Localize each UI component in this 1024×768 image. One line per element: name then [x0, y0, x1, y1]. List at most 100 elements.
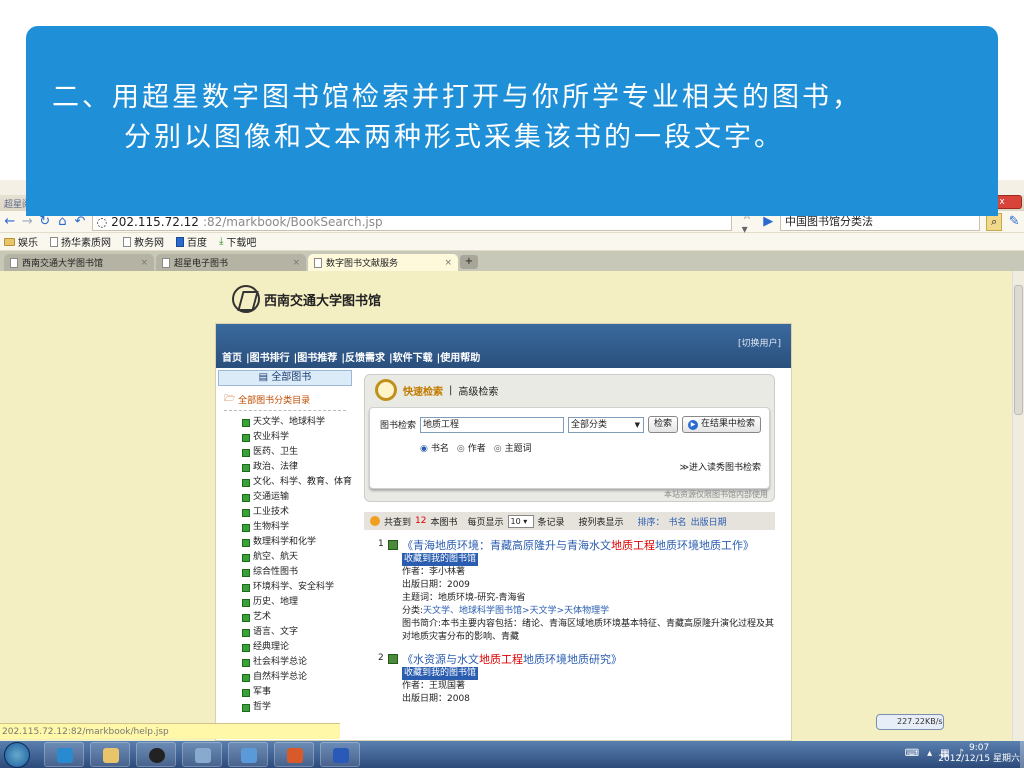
collect-link[interactable]: 收藏到我的图书馆	[402, 667, 479, 680]
taskbar-explorer[interactable]	[90, 742, 130, 767]
tab-advanced-search[interactable]: 高级检索	[458, 383, 498, 398]
category-item[interactable]: 数理科学和化学	[242, 535, 352, 550]
category-item[interactable]: 军事	[242, 685, 352, 700]
folder-icon	[103, 748, 119, 763]
start-button[interactable]	[4, 742, 30, 768]
category-item[interactable]: 交通运输	[242, 490, 352, 505]
close-tab-icon[interactable]: ×	[444, 258, 452, 268]
refresh-icon[interactable]: ↻	[39, 214, 51, 229]
sort-by-title[interactable]: 书名	[669, 515, 687, 528]
scrollbar-thumb[interactable]	[1014, 285, 1023, 415]
tab-quick-search[interactable]: 快速检索	[403, 383, 443, 398]
bookmark-item[interactable]: 扬华素质网	[50, 234, 111, 249]
switch-user-link[interactable]: [切换用户]	[738, 336, 781, 349]
category-item[interactable]: 历史、地理	[242, 595, 352, 610]
taskbar-powerpoint[interactable]	[274, 742, 314, 767]
sidebar-title[interactable]: ▤ 全部图书	[218, 370, 352, 386]
menu-home[interactable]: 首页	[222, 349, 242, 364]
category-item[interactable]: 医药、卫生	[242, 445, 352, 460]
list-view-link[interactable]: 按列表显示	[579, 515, 624, 528]
taskbar-word[interactable]	[320, 742, 360, 767]
category-item[interactable]: 环境科学、安全科学	[242, 580, 352, 595]
category-item[interactable]: 社会科学总论	[242, 655, 352, 670]
sort-by-date[interactable]: 出版日期	[691, 515, 727, 528]
undo-close-icon[interactable]: ↶	[74, 214, 86, 229]
bookmarks-bar: 娱乐 扬华素质网 教务网 百度 ⤓ 下载吧	[0, 233, 1024, 251]
taskbar-clock[interactable]: 9:07 2012/12/15 星期六	[938, 743, 1020, 765]
show-desktop-button[interactable]	[1020, 741, 1024, 768]
menu-download[interactable]: |软件下载	[389, 349, 433, 364]
ime-icon[interactable]: ⌨	[905, 748, 919, 759]
collect-link[interactable]: 收藏到我的图书馆	[402, 553, 479, 566]
close-tab-icon[interactable]: ×	[292, 258, 300, 268]
taskbar-browser[interactable]	[44, 742, 84, 767]
clock-date: 2012/12/15 星期六	[938, 754, 1020, 764]
tab-library[interactable]: 西南交通大学图书馆 ×	[4, 254, 154, 271]
powerpoint-icon	[287, 748, 303, 763]
info-icon	[370, 516, 380, 526]
tools-icon[interactable]: ✎	[1008, 214, 1020, 229]
category-item[interactable]: 农业科学	[242, 430, 352, 445]
category-select[interactable]: 全部分类	[568, 416, 645, 433]
page-icon	[162, 257, 170, 268]
per-page-select[interactable]: 10 ▾	[507, 514, 534, 528]
folder-icon	[4, 237, 15, 246]
class-link[interactable]: 天文学、地球科学图书馆>天文学>天体物理学	[423, 606, 609, 616]
category-item[interactable]: 艺术	[242, 610, 352, 625]
category-item[interactable]: 语言、文字	[242, 625, 352, 640]
per-page-label: 每页显示	[467, 517, 504, 528]
category-item[interactable]: 航空、航天	[242, 550, 352, 565]
category-item[interactable]: 工业技术	[242, 505, 352, 520]
category-item[interactable]: 政治、法律	[242, 460, 352, 475]
category-item[interactable]: 哲学	[242, 700, 352, 715]
search-button[interactable]: 检索	[648, 416, 679, 433]
tab-separator: |	[449, 384, 453, 396]
duxiu-search-link[interactable]: ≫进入读秀图书检索	[680, 460, 761, 473]
magnifier-icon	[375, 379, 397, 401]
bookmark-item[interactable]: ⤓ 下载吧	[219, 234, 256, 249]
search-field-label: 图书检索	[380, 421, 417, 431]
tab-digital-books[interactable]: 数字图书文献服务 ×	[308, 254, 458, 271]
result-date: 出版日期：2008	[402, 694, 470, 704]
category-item[interactable]: 自然科学总论	[242, 670, 352, 685]
go-icon[interactable]: ▶	[763, 214, 775, 229]
close-tab-icon[interactable]: ×	[140, 258, 148, 268]
forward-icon[interactable]: →	[22, 214, 34, 229]
taskbar-bird[interactable]	[228, 742, 268, 767]
category-item[interactable]: 天文学、地球科学	[242, 415, 352, 430]
result-number: 2	[378, 653, 384, 663]
tab-superstar[interactable]: 超星电子图书 ×	[156, 254, 306, 271]
menu-help[interactable]: |使用帮助	[437, 349, 481, 364]
book-icon	[388, 654, 398, 664]
slide-title: 二、用超星数字图书馆检索并打开与你所学专业相关的图书， 分别以图像和文本两种形式…	[46, 78, 978, 158]
bookmark-item[interactable]: 娱乐	[4, 234, 38, 249]
radio-title[interactable]: 书名	[420, 441, 449, 454]
bookmark-item[interactable]: 百度	[176, 234, 207, 249]
sidebar-all-categories[interactable]: 🗁 全部图书分类目录	[224, 391, 346, 411]
page-icon	[123, 236, 131, 247]
category-item[interactable]: 综合性图书	[242, 565, 352, 580]
new-tab-button[interactable]: +	[460, 255, 478, 269]
home-icon[interactable]: ⌂	[57, 214, 69, 229]
book-icon: ▤	[258, 372, 272, 383]
result-title[interactable]: 《水资源与水文地质工程地质环境地质研究》	[402, 652, 775, 667]
category-item[interactable]: 生物科学	[242, 520, 352, 535]
slide-title-banner: 二、用超星数字图书馆检索并打开与你所学专业相关的图书， 分别以图像和文本两种形式…	[26, 26, 998, 216]
vertical-scrollbar[interactable]	[1012, 271, 1024, 741]
category-item[interactable]: 文化、科学、教育、体育	[242, 475, 352, 490]
back-icon[interactable]: ←	[4, 214, 16, 229]
book-search-input[interactable]: 地质工程	[420, 416, 565, 433]
tray-arrow-icon[interactable]: ▴	[927, 748, 932, 759]
taskbar-app[interactable]	[182, 742, 222, 767]
radio-subject[interactable]: 主题词	[494, 441, 532, 454]
radio-author[interactable]: 作者	[457, 441, 486, 454]
search-within-button[interactable]: 在结果中检索	[682, 416, 762, 433]
category-item[interactable]: 经典理论	[242, 640, 352, 655]
bookmark-item[interactable]: 教务网	[123, 234, 164, 249]
menu-feedback[interactable]: |反馈需求	[341, 349, 385, 364]
result-title[interactable]: 《青海地质环境：青藏高原隆升与青海水文地质工程地质环境地质工作》	[402, 538, 775, 553]
menu-ranking[interactable]: |图书排行	[246, 349, 290, 364]
menu-recommend[interactable]: |图书推荐	[294, 349, 338, 364]
paw-icon	[176, 236, 184, 247]
taskbar-qq[interactable]	[136, 742, 176, 767]
